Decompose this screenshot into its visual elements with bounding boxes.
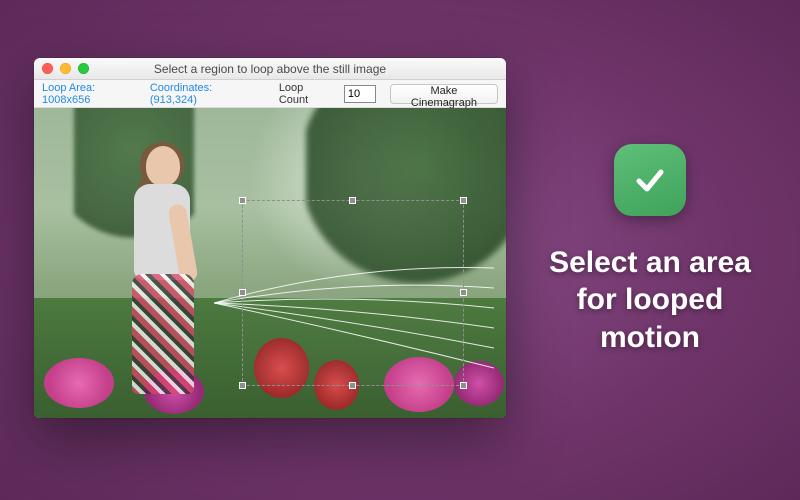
loop-area-readout: Loop Area: 1008x656 [42, 82, 136, 106]
checkmark-icon [614, 144, 686, 216]
resize-handle-ne[interactable] [460, 197, 467, 204]
resize-handle-nw[interactable] [239, 197, 246, 204]
close-icon[interactable] [42, 63, 53, 74]
promo-panel: Select an area for looped motion [500, 0, 800, 500]
make-cinemagraph-button[interactable]: Make Cinemagraph [390, 84, 498, 104]
minimize-icon[interactable] [60, 63, 71, 74]
window-title: Select a region to loop above the still … [34, 62, 506, 76]
window-controls [42, 63, 89, 74]
titlebar: Select a region to loop above the still … [34, 58, 506, 80]
resize-handle-se[interactable] [460, 382, 467, 389]
loop-count-label: Loop Count [279, 82, 330, 106]
resize-handle-s[interactable] [349, 382, 356, 389]
resize-handle-w[interactable] [239, 289, 246, 296]
cinemagraph-editor-window: Select a region to loop above the still … [34, 58, 506, 418]
resize-handle-e[interactable] [460, 289, 467, 296]
loop-count-input[interactable] [344, 85, 376, 103]
promo-title: Select an area for looped motion [549, 244, 751, 357]
resize-handle-n[interactable] [349, 197, 356, 204]
image-canvas[interactable] [34, 108, 506, 418]
loop-region-selection[interactable] [242, 200, 464, 386]
toolbar: Loop Area: 1008x656 Coordinates: (913,32… [34, 80, 506, 108]
resize-handle-sw[interactable] [239, 382, 246, 389]
zoom-icon[interactable] [78, 63, 89, 74]
scene-person [92, 146, 212, 396]
coordinates-readout: Coordinates: (913,324) [150, 82, 251, 106]
